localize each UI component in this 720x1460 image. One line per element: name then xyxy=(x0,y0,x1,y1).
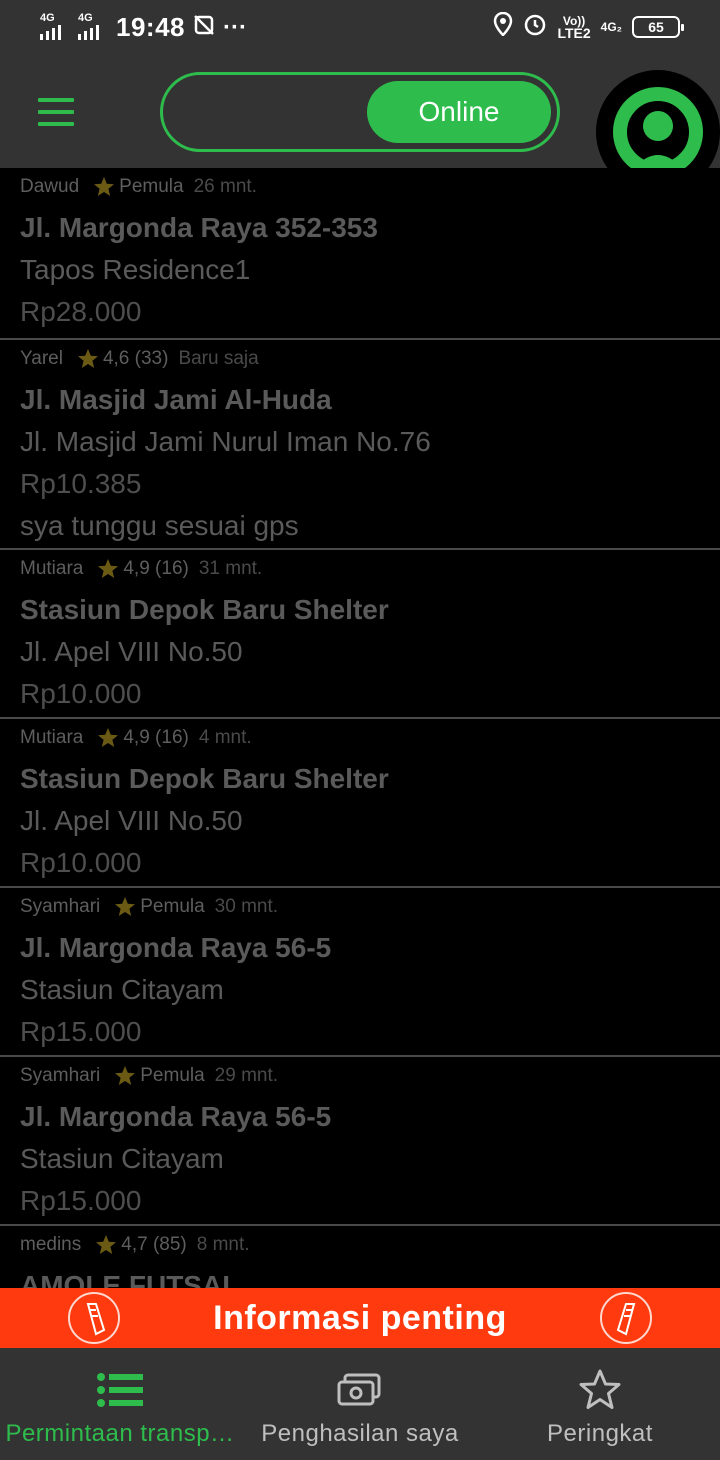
star-icon xyxy=(93,176,115,198)
customer-name: Yarel xyxy=(20,348,63,369)
customer-name: Syamhari xyxy=(20,896,101,917)
request-meta: Yarel 4,6 (33) Baru saja xyxy=(20,348,259,370)
customer-rating: 4,9 (16) xyxy=(123,558,189,579)
star-icon xyxy=(95,1234,117,1256)
info-badge-icon xyxy=(68,1292,120,1344)
star-icon xyxy=(97,558,119,580)
clock: 19:48 xyxy=(116,12,185,42)
bottom-navigation: Permintaan transp… Penghasilan saya Peri… xyxy=(0,1348,720,1460)
request-time: 29 mnt. xyxy=(214,1065,279,1086)
app-header: Online xyxy=(0,56,720,194)
status-bar: 4G 4G 19:48 ··· Vo)) LTE2 4G₂ 65 xyxy=(0,0,720,56)
customer-rating: Pemula xyxy=(140,1065,205,1086)
banner-text: Informasi penting xyxy=(213,1298,507,1337)
customer-rating: 4,7 (85) xyxy=(121,1234,187,1255)
request-item[interactable]: Dawud Pemula 26 mnt. Jl. Margonda Raya 352-… xyxy=(0,168,720,338)
volte-indicator: Vo)) LTE2 xyxy=(557,15,591,41)
nav-tab-rating[interactable]: Peringkat xyxy=(480,1348,720,1460)
nav-tab-requests-label: Permintaan transp… xyxy=(5,1420,235,1447)
fare-price: Rp15.000 xyxy=(20,1016,142,1047)
hamburger-menu-icon[interactable] xyxy=(38,98,74,126)
customer-name: Mutiara xyxy=(20,558,84,579)
request-time: Baru saja xyxy=(178,348,259,369)
signal-icon-sim2: 4G xyxy=(78,11,108,42)
network-type-sim2: 4G xyxy=(78,11,93,24)
screenshot-blocked-icon xyxy=(193,14,215,41)
network-type-sim1: 4G xyxy=(40,11,55,24)
request-time: 31 mnt. xyxy=(198,558,263,579)
nav-tab-requests[interactable]: Permintaan transp… xyxy=(0,1348,240,1460)
customer-rating: Pemula xyxy=(140,896,205,917)
destination-address: Jl. Apel VIII No.50 xyxy=(20,636,243,667)
destination-address: Stasiun Citayam xyxy=(20,1143,224,1174)
pickup-address: Stasiun Depok Baru Shelter xyxy=(20,763,389,794)
volte-bottom-label: LTE2 xyxy=(557,24,591,41)
online-toggle[interactable]: Online xyxy=(160,72,560,152)
star-outline-icon xyxy=(577,1368,623,1412)
more-notifications-icon: ··· xyxy=(223,13,247,41)
destination-address: Tapos Residence1 xyxy=(20,254,251,285)
nav-tab-earnings-label: Penghasilan saya xyxy=(261,1420,459,1447)
star-icon xyxy=(97,727,119,749)
request-item[interactable]: Syamhari Pemula 30 mnt. Jl. Margonda Raya 5… xyxy=(0,886,720,1055)
network-type-sim3: 4G₂ xyxy=(600,19,622,34)
request-list[interactable]: Dawud Pemula 26 mnt. Jl. Margonda Raya 352-… xyxy=(0,168,720,1288)
fare-price: Rp10.000 xyxy=(20,847,142,878)
request-item[interactable]: Syamhari Pemula 29 mnt. Jl. Margonda Raya 5… xyxy=(0,1055,720,1224)
request-item[interactable]: medins 4,7 (85) 8 mnt. AMOLE FUTSAL xyxy=(0,1224,720,1288)
online-toggle-knob[interactable]: Online xyxy=(367,81,551,143)
request-meta: Syamhari Pemula 30 mnt. xyxy=(20,896,278,918)
info-badge-icon xyxy=(600,1292,652,1344)
request-meta: Mutiara 4,9 (16) 31 mnt. xyxy=(20,558,262,580)
request-time: 26 mnt. xyxy=(193,176,257,197)
fare-price: Rp28.000 xyxy=(20,296,142,327)
important-info-banner[interactable]: Informasi penting xyxy=(0,1288,720,1348)
request-item[interactable]: Mutiara 4,9 (16) 31 mnt. Stasiun Depok Baru… xyxy=(0,548,720,717)
customer-rating: 4,6 (33) xyxy=(102,348,169,369)
fare-price: Rp10.000 xyxy=(20,678,142,709)
customer-rating: 4,9 (16) xyxy=(123,727,189,748)
location-icon xyxy=(493,11,513,41)
pickup-address: Jl. Margonda Raya 56-5 xyxy=(20,932,332,963)
destination-address: Jl. Masjid Jami Nurul Iman No.76 xyxy=(20,426,431,457)
status-bar-right: Vo)) LTE2 4G₂ 65 xyxy=(493,11,684,41)
request-meta: medins 4,7 (85) 8 mnt. xyxy=(20,1234,250,1256)
customer-rating: Pemula xyxy=(119,176,184,197)
request-meta: Dawud Pemula 26 mnt. xyxy=(20,176,257,198)
fare-price: Rp15.000 xyxy=(20,1185,142,1216)
money-icon xyxy=(337,1368,383,1412)
status-bar-left: 4G 4G 19:48 ··· xyxy=(40,12,247,43)
request-time: 8 mnt. xyxy=(196,1234,250,1255)
pickup-address: Jl. Margonda Raya 56-5 xyxy=(20,1101,332,1132)
fare-price: Rp10.385 xyxy=(20,468,142,499)
customer-name: Dawud xyxy=(20,176,80,197)
star-icon xyxy=(114,896,136,918)
request-meta: Mutiara 4,9 (16) 4 mnt. xyxy=(20,727,252,749)
destination-address: Stasiun Citayam xyxy=(20,974,224,1005)
signal-icon-sim1: 4G xyxy=(40,11,70,42)
request-time: 30 mnt. xyxy=(214,896,279,917)
customer-name: Mutiara xyxy=(20,727,84,748)
request-meta: Syamhari Pemula 29 mnt. xyxy=(20,1065,278,1087)
request-time: 4 mnt. xyxy=(198,727,252,748)
list-icon xyxy=(97,1368,143,1412)
pickup-address: Stasiun Depok Baru Shelter xyxy=(20,594,389,625)
battery-icon: 65 xyxy=(632,15,684,38)
request-item[interactable]: Yarel 4,6 (33) Baru saja Jl. Masjid Jami Al… xyxy=(0,338,720,548)
star-icon xyxy=(77,348,99,370)
destination-address: Jl. Apel VIII No.50 xyxy=(20,805,243,836)
pickup-address: Jl. Masjid Jami Al-Huda xyxy=(20,384,332,415)
pickup-address: AMOLE FUTSAL xyxy=(20,1270,240,1288)
star-icon xyxy=(114,1065,136,1087)
nav-tab-earnings[interactable]: Penghasilan saya xyxy=(240,1348,480,1460)
pickup-address: Jl. Margonda Raya 352-353 xyxy=(20,212,378,243)
battery-level: 65 xyxy=(648,18,664,35)
online-toggle-label: Online xyxy=(418,96,500,127)
request-item[interactable]: Mutiara 4,9 (16) 4 mnt. Stasiun Depok Baru … xyxy=(0,717,720,886)
customer-name: medins xyxy=(20,1234,82,1255)
nav-tab-rating-label: Peringkat xyxy=(547,1420,653,1447)
customer-name: Syamhari xyxy=(20,1065,101,1086)
alarm-icon xyxy=(523,12,547,41)
customer-note: sya tunggu sesuai gps xyxy=(20,510,299,541)
